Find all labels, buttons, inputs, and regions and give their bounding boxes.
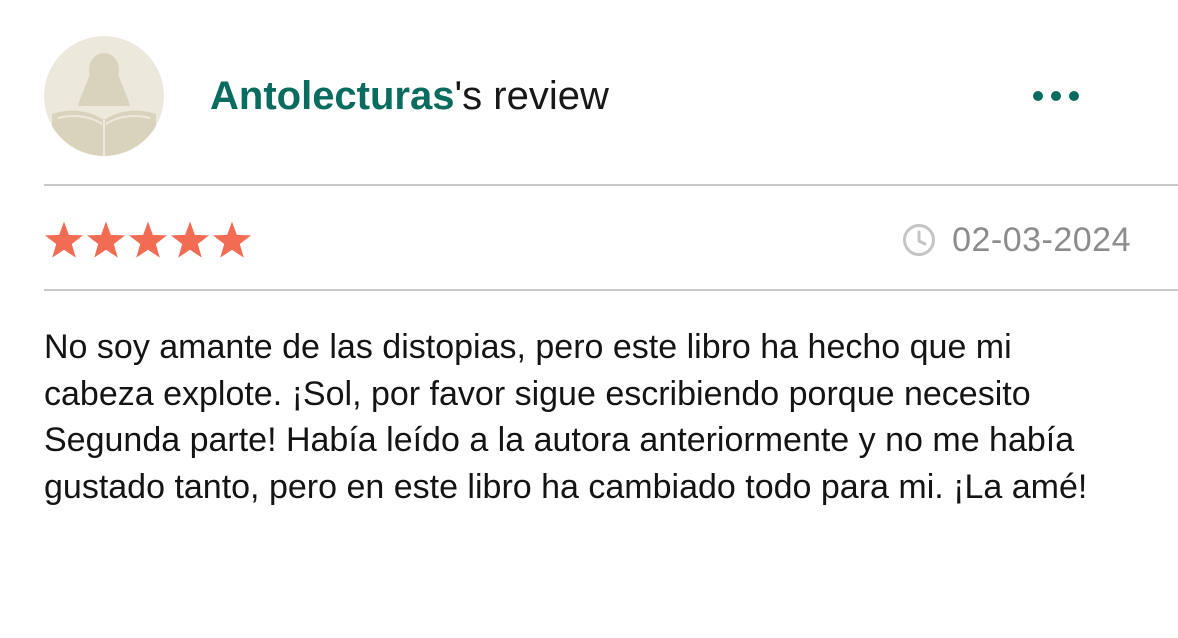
clock-icon <box>903 224 936 256</box>
review-text: No soy amante de las distopias, pero est… <box>44 328 1088 506</box>
review-date: 02-03-2024 <box>902 220 1131 260</box>
username-link[interactable]: Antolecturas <box>210 74 455 118</box>
star-icon <box>86 221 126 258</box>
review-title: Antolecturas's review <box>210 72 609 120</box>
reader-silhouette-avatar-icon <box>44 36 164 156</box>
more-horizontal-icon <box>1033 91 1079 101</box>
star-icon <box>44 221 84 258</box>
avatar[interactable] <box>44 36 164 156</box>
star-icon <box>170 221 210 258</box>
star-icon <box>212 221 252 258</box>
review-header: Antolecturas's review <box>44 36 1134 156</box>
review-card: Antolecturas's review 02-03-2024 No soy … <box>0 0 1178 638</box>
more-options-button[interactable] <box>1024 80 1088 112</box>
star-rating <box>44 220 252 260</box>
divider <box>44 184 1178 186</box>
star-icon <box>128 221 168 258</box>
divider <box>44 289 1178 291</box>
date-text: 02-03-2024 <box>952 220 1131 259</box>
title-suffix: 's review <box>454 74 609 118</box>
